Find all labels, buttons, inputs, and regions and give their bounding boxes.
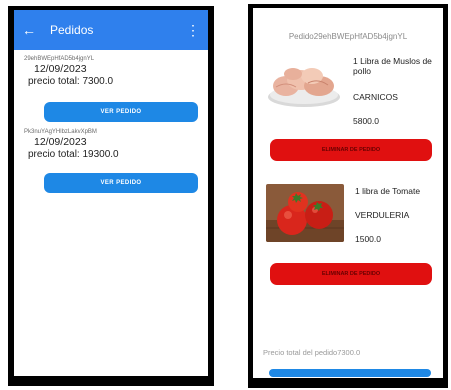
orders-screen: ← Pedidos ⋮ 29ehBWEpHfAD5b4jgnYL 12/09/2… — [8, 6, 214, 386]
order-list-item: 29ehBWEpHfAD5b4jgnYL 12/09/2023 precio t… — [24, 56, 200, 87]
order-date: 12/09/2023 — [34, 63, 87, 75]
product-category: VERDULERIA — [355, 210, 410, 220]
order-detail-screen: Pedido29ehBWEpHfAD5b4jgnYL 1 Libra de Mu… — [248, 4, 448, 388]
product-category: CARNICOS — [353, 92, 398, 102]
order-total: precio total: 19300.0 — [28, 149, 119, 160]
view-order-button[interactable]: VER PEDIDO — [44, 173, 198, 193]
tomato-image — [266, 184, 344, 242]
order-id: Pk3nuYAgYHlbzLakvXpBM — [24, 129, 97, 135]
bottom-action-bar[interactable] — [269, 369, 431, 377]
product-price: 5800.0 — [353, 116, 379, 126]
chicken-thighs-image — [266, 56, 342, 110]
order-id: 29ehBWEpHfAD5b4jgnYL — [24, 56, 95, 62]
order-date: 12/09/2023 — [34, 136, 87, 148]
app-bar: ← Pedidos ⋮ — [14, 10, 208, 50]
order-total-text: Precio total del pedido7300.0 — [263, 348, 361, 357]
more-vertical-icon[interactable]: ⋮ — [186, 23, 200, 37]
product-name: 1 libra de Tomate — [355, 186, 421, 196]
remove-from-order-button[interactable]: ELIMINAR DE PEDIDO — [270, 263, 432, 285]
view-order-button[interactable]: VER PEDIDO — [44, 102, 198, 122]
back-arrow-icon[interactable]: ← — [22, 22, 42, 38]
order-detail-title: Pedido29ehBWEpHfAD5b4jgnYL — [288, 32, 408, 41]
order-total: precio total: 7300.0 — [28, 76, 114, 87]
product-name: 1 Libra de Muslos de pollo — [353, 56, 432, 76]
app-bar-title: Pedidos — [50, 23, 94, 37]
order-list-item: Pk3nuYAgYHlbzLakvXpBM 12/09/2023 precio … — [24, 129, 200, 160]
remove-from-order-button[interactable]: ELIMINAR DE PEDIDO — [270, 139, 432, 161]
product-price: 1500.0 — [355, 234, 381, 244]
